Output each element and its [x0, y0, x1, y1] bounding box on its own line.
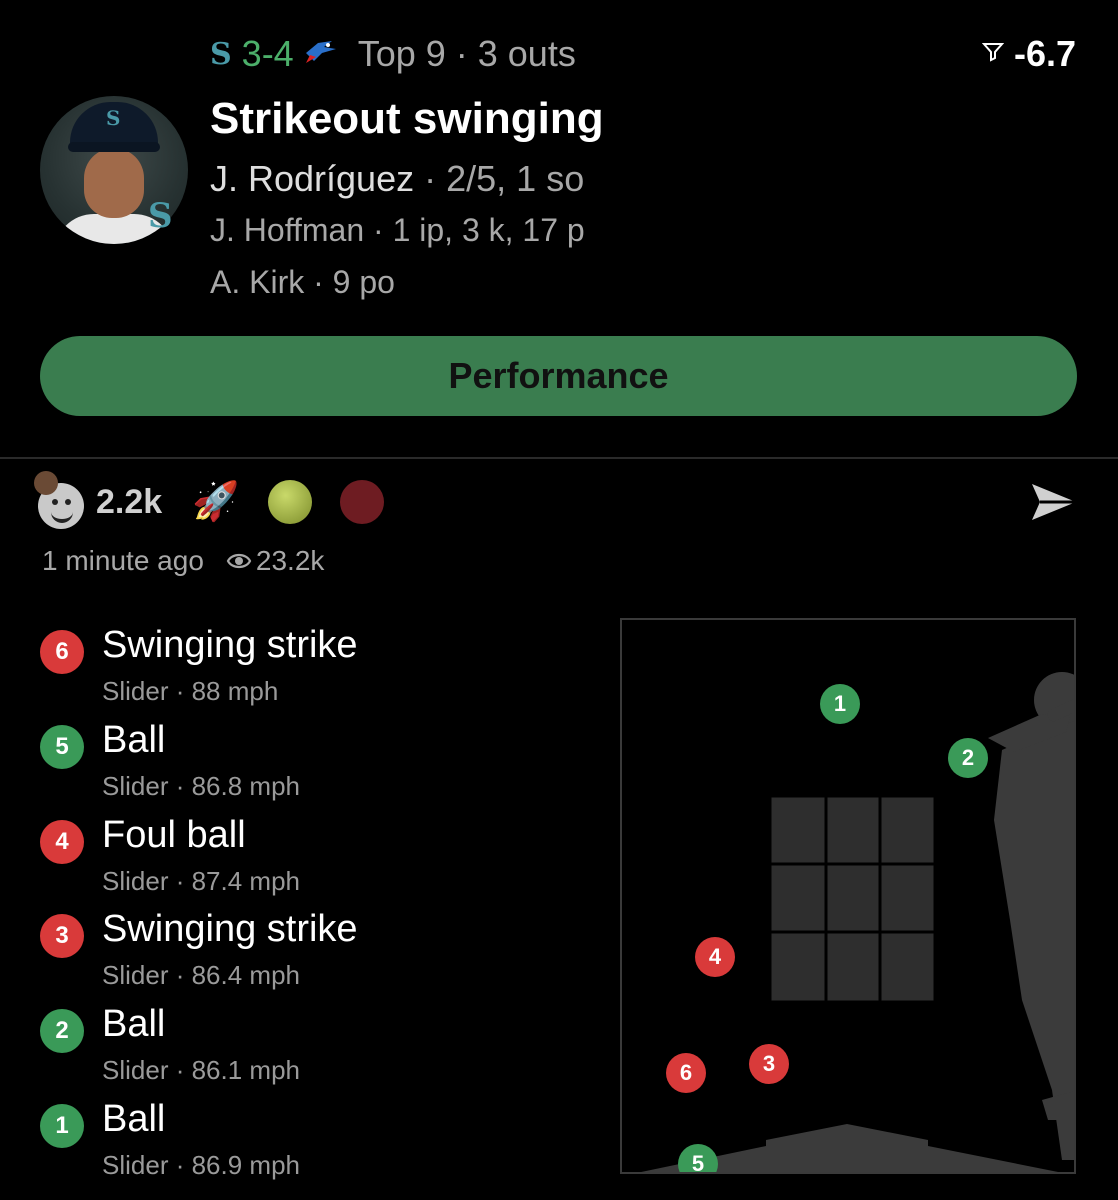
pitch-marker-1[interactable]: 1	[820, 684, 860, 724]
separator-dot: ·	[168, 1055, 192, 1085]
pitch-speed: 86.9 mph	[191, 1150, 300, 1180]
pitcher-line[interactable]: J. Hoffman · 1 ip, 3 k, 17 p	[210, 212, 585, 249]
mariners-logo-icon: S	[210, 36, 232, 72]
pitch-number-badge: 1	[40, 1104, 84, 1148]
pitch-result: Ball	[102, 1098, 166, 1140]
kiwi-bird-icon[interactable]	[267, 480, 312, 524]
pitch-result: Ball	[102, 719, 166, 761]
pitch-type: Slider	[102, 1055, 169, 1085]
batter-name: J. Rodríguez	[210, 158, 415, 199]
blue-jays-bird-icon	[304, 37, 338, 72]
pitch-details: Slider · 86.8 mph	[102, 771, 300, 802]
reaction-bar: 2.2k 🚀	[34, 470, 384, 534]
pitch-speed: 86.8 mph	[191, 771, 300, 801]
pitch-details: Slider · 86.9 mph	[102, 1150, 300, 1181]
pitch-type: Slider	[102, 1150, 169, 1180]
play-headline: Strikeout swinging	[210, 94, 604, 143]
reaction-count: 2.2k	[96, 482, 163, 521]
pitch-marker-4[interactable]: 4	[695, 937, 735, 977]
pitch-marker-3[interactable]: 3	[749, 1044, 789, 1084]
post-meta: 1 minute ago 23.2k	[42, 540, 324, 582]
separator-dot: ·	[168, 1150, 192, 1180]
pitch-type: Slider	[102, 676, 169, 706]
pitch-number-badge: 4	[40, 820, 84, 864]
inning-info: Top 9 · 3 outs	[357, 33, 576, 74]
score-row: S 3-4 Top 9 · 3 outs	[210, 28, 576, 80]
fielder-line[interactable]: A. Kirk · 9 po	[210, 264, 395, 301]
divider	[0, 457, 1118, 459]
pitch-details: Slider · 87.4 mph	[102, 866, 300, 897]
pitch-speed: 86.1 mph	[191, 1055, 300, 1085]
strike-zone-grid	[768, 794, 937, 1004]
pitch-result: Foul ball	[102, 814, 246, 856]
separator-dot: ·	[168, 676, 192, 706]
smiley-reaction-icon[interactable]	[34, 471, 84, 529]
home-plate	[766, 1124, 928, 1172]
separator-dot: ·	[168, 771, 192, 801]
pitch-result: Swinging strike	[102, 624, 358, 666]
pitch-number-badge: 3	[40, 914, 84, 958]
eye-icon	[226, 553, 252, 569]
send-icon[interactable]	[1030, 480, 1078, 524]
batter-silhouette	[988, 672, 1074, 1160]
pitch-result: Swinging strike	[102, 908, 358, 950]
pitch-speed: 87.4 mph	[191, 866, 300, 896]
batter-stats: · 2/5, 1 so	[424, 158, 585, 199]
filter-funnel-icon	[981, 40, 1005, 68]
pitch-speed: 86.4 mph	[191, 960, 300, 990]
pitch-speed: 88 mph	[191, 676, 279, 706]
pitch-type: Slider	[102, 960, 169, 990]
rocket-icon[interactable]: 🚀	[192, 480, 239, 524]
view-count: 23.2k	[255, 545, 325, 576]
pitch-details: Slider · 86.4 mph	[102, 960, 300, 991]
post-time: 1 minute ago	[42, 545, 204, 576]
pitch-type: Slider	[102, 866, 169, 896]
pitch-number-badge: 5	[40, 725, 84, 769]
pitch-number-badge: 6	[40, 630, 84, 674]
pitch-details: Slider · 88 mph	[102, 676, 278, 707]
pitch-number-badge: 2	[40, 1009, 84, 1053]
game-score: 3-4	[241, 33, 294, 74]
pitch-details: Slider · 86.1 mph	[102, 1055, 300, 1086]
pitch-marker-6[interactable]: 6	[666, 1053, 706, 1093]
red-dot-icon[interactable]	[339, 480, 384, 524]
pitch-result: Ball	[102, 1003, 166, 1045]
batter-line[interactable]: J. Rodríguez · 2/5, 1 so	[210, 158, 584, 200]
separator-dot: ·	[168, 960, 192, 990]
strike-zone-panel: 1 2 4 3 6 5	[620, 618, 1076, 1174]
pitch-marker-2[interactable]: 2	[948, 738, 988, 778]
separator-dot: ·	[168, 866, 192, 896]
team-badge: S	[148, 196, 173, 236]
win-probability: -6.7	[981, 28, 1076, 80]
pitch-type: Slider	[102, 771, 169, 801]
win-probability-value: -6.7	[1013, 33, 1076, 74]
performance-button[interactable]: Performance	[40, 336, 1077, 416]
